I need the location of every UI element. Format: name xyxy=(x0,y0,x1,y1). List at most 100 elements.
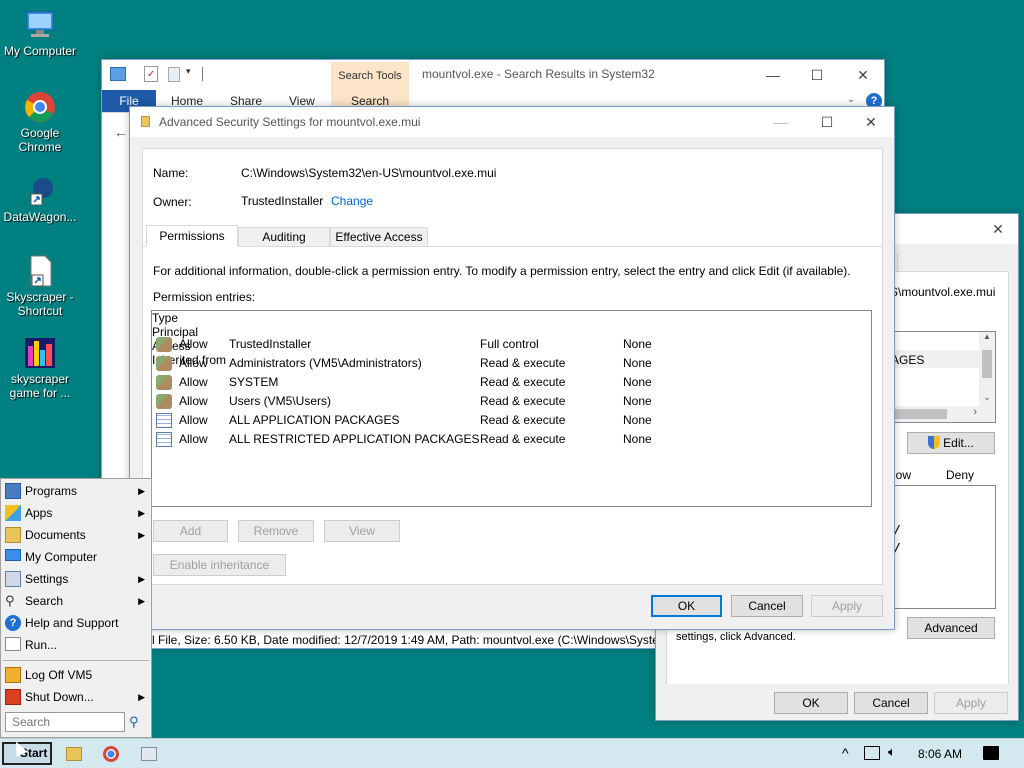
row-principal: SYSTEM xyxy=(229,375,279,389)
back-arrow-icon[interactable]: ← xyxy=(114,124,128,140)
props-cancel-button[interactable]: Cancel xyxy=(854,692,928,714)
permission-row[interactable]: Allow ALL APPLICATION PACKAGES Read & ex… xyxy=(152,411,870,430)
qat-dropdown-icon[interactable]: ▾ xyxy=(186,66,191,77)
settings-icon xyxy=(5,571,21,587)
desktop-icon-chrome[interactable]: Google Chrome xyxy=(0,90,80,154)
desktop-icon-datawagon[interactable]: DataWagon... xyxy=(0,174,80,224)
row-access: Read & execute xyxy=(480,356,566,370)
vertical-scrollbar[interactable]: ▲ ⌄ xyxy=(979,332,995,406)
tab-auditing[interactable]: Auditing xyxy=(238,227,330,247)
dialog-title: Advanced Security Settings for mountvol.… xyxy=(159,115,421,129)
row-inherited: None xyxy=(623,413,652,427)
search-icon[interactable]: ⚲ xyxy=(129,714,139,730)
menu-item-run[interactable]: Run... xyxy=(1,634,151,656)
maximize-button[interactable]: ☐ xyxy=(794,60,840,90)
permission-row[interactable]: Allow Users (VM5\Users) Read & execute N… xyxy=(152,392,870,411)
ok-button[interactable]: OK xyxy=(651,595,722,617)
row-principal: Administrators (VM5\Administrators) xyxy=(229,356,422,370)
allow-column-header: low xyxy=(893,468,912,482)
view-button[interactable]: View xyxy=(324,520,400,542)
advanced-button[interactable]: Advanced xyxy=(907,617,995,639)
advanced-security-dialog[interactable]: Advanced Security Settings for mountvol.… xyxy=(129,106,895,630)
tab-permissions[interactable]: Permissions xyxy=(146,225,238,247)
user-group-icon xyxy=(156,337,172,352)
menu-item-logoff[interactable]: Log Off VM5 xyxy=(1,664,151,686)
programs-icon xyxy=(5,483,21,499)
scroll-thumb[interactable] xyxy=(889,409,947,419)
folder-icon[interactable] xyxy=(110,67,126,81)
file-explorer-icon[interactable] xyxy=(66,747,82,761)
row-access: Read & execute xyxy=(480,394,566,408)
props-apply-button[interactable]: Apply xyxy=(934,692,1008,714)
apply-button[interactable]: Apply xyxy=(811,595,883,617)
documents-icon xyxy=(5,527,21,543)
change-owner-link[interactable]: Change xyxy=(331,194,373,208)
menu-item-apps[interactable]: Apps ▶ xyxy=(1,502,151,524)
chrome-icon[interactable] xyxy=(103,746,119,762)
menu-item-programs[interactable]: Programs ▶ xyxy=(1,480,151,502)
add-button[interactable]: Add xyxy=(153,520,228,542)
user-group-icon xyxy=(156,394,172,409)
scroll-down-icon[interactable]: ⌄ xyxy=(979,392,995,406)
network-icon[interactable] xyxy=(864,746,880,760)
volume-icon[interactable]: 🔈︎ xyxy=(888,744,896,760)
close-button[interactable]: ✕ xyxy=(978,214,1018,244)
start-search-input[interactable] xyxy=(5,712,125,732)
desktop-icon-skyscraper-game[interactable]: skyscraper game for ... xyxy=(0,336,80,400)
row-inherited: None xyxy=(623,337,652,351)
close-button[interactable]: ✕ xyxy=(840,60,886,90)
minimize-button[interactable]: — xyxy=(750,60,796,90)
action-center-icon[interactable] xyxy=(983,746,999,760)
cancel-button[interactable]: Cancel xyxy=(731,595,803,617)
submenu-arrow-icon: ▶ xyxy=(138,596,145,606)
desktop-icon-my-computer[interactable]: My Computer xyxy=(0,8,80,58)
start-menu[interactable]: Programs ▶ Apps ▶ Documents ▶ My Compute… xyxy=(0,478,152,738)
permission-row[interactable]: Allow SYSTEM Read & execute None xyxy=(152,373,870,392)
menu-item-label: Search xyxy=(25,594,64,608)
properties-icon[interactable]: ✓ xyxy=(144,66,158,82)
row-type: Allow xyxy=(179,375,208,389)
app-icon[interactable] xyxy=(141,747,157,761)
ribbon-collapse-icon[interactable]: ⌄ xyxy=(847,94,855,105)
edit-button[interactable]: Edit... xyxy=(907,432,995,454)
tab-effective-access-label: Effective Access xyxy=(335,230,423,244)
scroll-right-icon[interactable]: › xyxy=(973,406,977,418)
row-type: Allow xyxy=(179,432,208,446)
permissions-grid[interactable]: ╱ ╱ xyxy=(888,485,996,609)
shortcut-icon xyxy=(23,174,57,208)
new-folder-icon[interactable] xyxy=(168,67,180,82)
menu-item-help[interactable]: ? Help and Support xyxy=(1,612,151,634)
close-button[interactable]: ✕ xyxy=(848,107,894,137)
desktop-icon-skyscraper-shortcut[interactable]: Skyscraper - Shortcut xyxy=(0,254,80,318)
props-ok-button[interactable]: OK xyxy=(774,692,848,714)
group-list-item[interactable]: AGES xyxy=(891,353,924,367)
start-button[interactable]: Start xyxy=(2,742,52,765)
menu-item-my-computer[interactable]: My Computer xyxy=(1,546,151,568)
row-access: Read & execute xyxy=(480,413,566,427)
show-hidden-icons-icon[interactable]: ^ xyxy=(842,745,849,761)
menu-item-search[interactable]: ⚲ Search ▶ xyxy=(1,590,151,612)
enable-inheritance-button[interactable]: Enable inheritance xyxy=(153,554,286,576)
clock[interactable]: 8:06 AM xyxy=(918,747,962,761)
explorer-title: mountvol.exe - Search Results in System3… xyxy=(422,67,655,81)
permission-entries-list[interactable]: Type Principal Access Inherited from All… xyxy=(151,310,872,507)
submenu-arrow-icon: ▶ xyxy=(138,530,145,540)
minimize-button[interactable]: — xyxy=(758,107,804,137)
horizontal-scrollbar[interactable]: › xyxy=(889,406,995,422)
menu-item-shutdown[interactable]: Shut Down... ▶ xyxy=(1,686,151,708)
scroll-thumb[interactable] xyxy=(982,350,992,378)
scroll-up-icon[interactable]: ▲ xyxy=(979,332,995,346)
column-header-type[interactable]: Type xyxy=(152,311,202,325)
tab-effective-access[interactable]: Effective Access xyxy=(330,227,428,247)
permission-row[interactable]: Allow ALL RESTRICTED APPLICATION PACKAGE… xyxy=(152,430,870,449)
group-list[interactable]: AGES ▲ ⌄ › xyxy=(888,331,996,423)
row-access: Read & execute xyxy=(480,432,566,446)
tab-auditing-label: Auditing xyxy=(262,230,306,244)
remove-button[interactable]: Remove xyxy=(238,520,314,542)
permission-row[interactable]: Allow Administrators (VM5\Administrators… xyxy=(152,354,870,373)
menu-item-settings[interactable]: Settings ▶ xyxy=(1,568,151,590)
menu-item-documents[interactable]: Documents ▶ xyxy=(1,524,151,546)
maximize-button[interactable]: ☐ xyxy=(804,107,850,137)
permission-row[interactable]: Allow TrustedInstaller Full control None xyxy=(152,335,870,354)
app-package-icon xyxy=(156,413,172,428)
